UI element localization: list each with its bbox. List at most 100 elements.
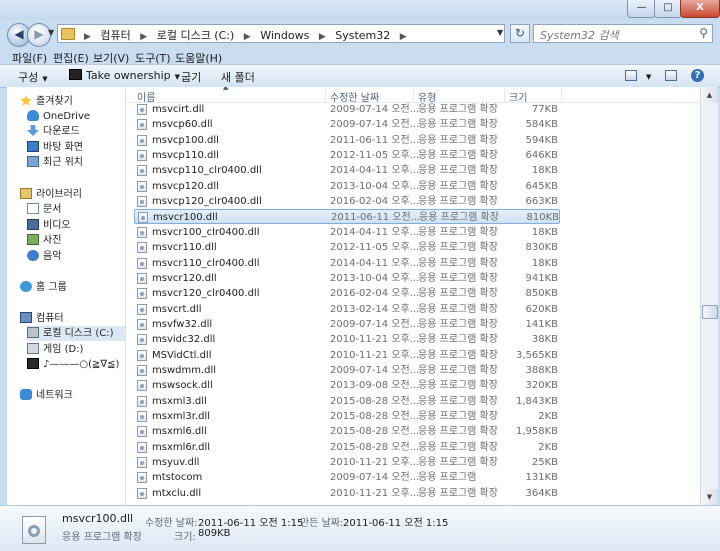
view-dropdown-icon[interactable]: ▼ [642,69,651,82]
sidebar-item-documents[interactable]: 문서 [27,202,61,217]
file-type: 응용 프로그램 확장 [418,257,498,269]
search-icon[interactable]: ⚲ [699,26,708,40]
take-ownership-label: Take ownership [86,69,171,82]
minimize-button[interactable]: — [627,0,656,18]
breadcrumb-computer[interactable]: 컴퓨터 [100,29,130,42]
burn-button[interactable]: 굽기 [181,69,201,85]
table-row[interactable]: msvcp110.dll 2012-11-05 오후... 응용 프로그램 확장 64… [134,148,560,163]
file-type: 응용 프로그램 확장 [418,150,498,162]
table-row[interactable]: msvcp110_clr0400.dll 2014-04-11 오후... 응용 프… [134,163,560,178]
table-row[interactable]: mtxclu.dll 2010-11-21 오후... 응용 프로그램 확장 364K… [134,486,560,501]
file-size: 77KB [531,104,558,115]
column-divider[interactable] [413,87,414,102]
table-row[interactable]: msvcp60.dll 2009-07-14 오전... 응용 프로그램 확장 584… [134,117,560,132]
table-row[interactable]: msxml3r.dll 2015-08-28 오전... 응용 프로그램 확장 2KB [134,409,560,424]
download-icon [27,125,39,136]
table-row[interactable]: mtstocom 2009-07-14 오전... 응용 프로그램 131KB [134,470,560,485]
table-row[interactable]: mswdmm.dll 2009-07-14 오전... 응용 프로그램 확장 388K… [134,363,560,378]
scroll-down-icon[interactable]: ▼ [701,489,718,505]
refresh-button[interactable]: ↻ [510,24,530,43]
table-row[interactable]: msvcirt.dll 2009-07-14 오전... 응용 프로그램 확장 77K… [134,102,560,117]
sidebar-item-pictures[interactable]: 사진 [27,233,61,248]
sidebar-item-onedrive[interactable]: OneDrive [27,109,90,124]
table-row[interactable]: msvcr110.dll 2012-11-05 오후... 응용 프로그램 확장 83… [134,240,560,255]
table-row[interactable]: msvcp100.dll 2011-06-11 오전... 응용 프로그램 확장 59… [134,133,560,148]
new-folder-button[interactable]: 새 폴더 [221,69,255,85]
table-row[interactable]: MSVidCtl.dll 2010-11-21 오후... 응용 프로그램 확장 3,… [134,348,560,363]
column-divider[interactable] [325,87,326,102]
breadcrumb-separator-icon: ▶ [140,32,148,42]
table-row[interactable]: msvcr120_clr0400.dll 2016-02-04 오후... 응용 프… [134,286,560,301]
file-date: 2010-11-21 오후... [330,457,420,469]
file-size: 364KB [525,487,558,499]
table-row[interactable]: msxml3.dll 2015-08-28 오전... 응용 프로그램 확장 1,84… [134,394,560,409]
table-row[interactable]: msvcr100.dll 2011-06-11 오전... 응용 프로그램 확장 81… [134,209,560,225]
file-date: 2012-11-05 오후... [330,150,420,162]
computer-icon [20,312,32,323]
table-row[interactable]: msvidc32.dll 2010-11-21 오후... 응용 프로그램 확장 38… [134,332,560,347]
scroll-up-icon[interactable]: ▲ [701,87,718,103]
recent-pages-dropdown-icon[interactable]: ▼ [48,28,54,37]
table-row[interactable]: msvcr120.dll 2013-10-04 오후... 응용 프로그램 확장 94… [134,271,560,286]
sidebar-item-network[interactable]: 네트워크 [20,388,73,403]
sidebar-item-dvd-drive[interactable]: ♪———○(≧∇≦) [27,357,119,372]
help-icon[interactable]: ? [691,69,704,82]
change-view-icon[interactable] [625,70,637,81]
sidebar-item-favorites[interactable]: 즐겨찾기 [20,94,73,109]
dll-file-icon [137,487,147,499]
organize-button[interactable]: 구성 ▼ [18,69,48,85]
file-type: 응용 프로그램 확장 [418,441,498,453]
table-row[interactable]: msxml6r.dll 2015-08-28 오전... 응용 프로그램 확장 2KB [134,440,560,455]
gear-icon [28,525,40,537]
table-row[interactable]: msvcrt.dll 2013-02-14 오후... 응용 프로그램 확장 620K… [134,302,560,317]
preview-pane-icon[interactable] [665,70,677,81]
sidebar-item-videos[interactable]: 비디오 [27,218,71,233]
address-dropdown-icon[interactable]: ▼ [497,28,503,37]
picture-icon [27,234,39,245]
sidebar-item-computer[interactable]: 컴퓨터 [20,311,64,326]
file-type: 응용 프로그램 확장 [418,364,498,376]
navigation-row: ◀ ▶ ▼ ▶ 컴퓨터 ▶ 로컬 디스크 (C:) ▶ Windows ▶ Sy… [0,20,720,48]
breadcrumb-windows[interactable]: Windows [260,29,309,42]
file-size: 594KB [525,134,558,146]
table-row[interactable]: msvcr100_clr0400.dll 2014-04-11 오후... 응용 프… [134,225,560,240]
vertical-scrollbar[interactable]: ▲ ▼ [700,87,718,505]
cloud-icon [27,110,39,121]
sidebar-item-downloads[interactable]: 다운로드 [27,124,80,139]
sidebar-item-homegroup[interactable]: 홈 그룹 [20,280,67,295]
file-type: 응용 프로그램 확장 [418,196,498,208]
sidebar-item-local-disk[interactable]: 로컬 디스크 (C:) [27,326,125,341]
breadcrumb-local-disk[interactable]: 로컬 디스크 (C:) [157,29,235,42]
file-date: 2015-08-28 오전... [330,441,420,453]
sidebar-item-music[interactable]: 음악 [27,249,61,264]
dll-file-icon [137,150,147,162]
table-row[interactable]: mswsock.dll 2013-09-08 오전... 응용 프로그램 확장 320… [134,378,560,393]
details-size-label: 크기: [174,532,196,543]
sidebar-item-game-drive[interactable]: 게임 (D:) [27,342,83,357]
table-row[interactable]: msvcr110_clr0400.dll 2014-04-11 오후... 응용 프… [134,256,560,271]
sidebar-item-recent[interactable]: 최근 위치 [27,155,83,170]
scroll-thumb[interactable] [702,305,718,319]
table-row[interactable]: msxml6.dll 2015-08-28 오전... 응용 프로그램 확장 1,95… [134,424,560,439]
details-filename: msvcr100.dll [62,512,134,525]
close-button[interactable]: X [680,0,720,18]
dll-file-icon [137,196,147,208]
search-input[interactable]: System32 검색 ⚲ [533,24,713,43]
table-row[interactable]: msvcp120_clr0400.dll 2016-02-04 오후... 응용 프… [134,194,560,209]
maximize-button[interactable]: □ [654,0,682,18]
address-bar[interactable]: ▶ 컴퓨터 ▶ 로컬 디스크 (C:) ▶ Windows ▶ System32… [57,24,505,43]
file-name: msvcp120_clr0400.dll [152,196,262,208]
table-row[interactable]: msvcp120.dll 2013-10-04 오후... 응용 프로그램 확장 64… [134,179,560,194]
file-date: 2013-10-04 오후... [330,272,420,284]
file-list[interactable]: 이름 ▲ 수정한 날짜 유형 크기 msvcirt.dll 2009-07-14 … [126,87,700,505]
file-type: 응용 프로그램 확장 [418,104,498,115]
column-divider[interactable] [561,87,562,102]
sidebar-item-libraries[interactable]: 라이브러리 [20,187,82,202]
take-ownership-button[interactable]: Take ownership ▼ [69,69,180,82]
file-size: 830KB [525,242,558,254]
breadcrumb-system32[interactable]: System32 [335,29,390,42]
column-divider[interactable] [504,87,505,102]
table-row[interactable]: msvfw32.dll 2009-07-14 오전... 응용 프로그램 확장 141… [134,317,560,332]
table-row[interactable]: msyuv.dll 2010-11-21 오후... 응용 프로그램 확장 25KB [134,455,560,470]
sidebar-item-desktop[interactable]: 바탕 화면 [27,140,83,155]
